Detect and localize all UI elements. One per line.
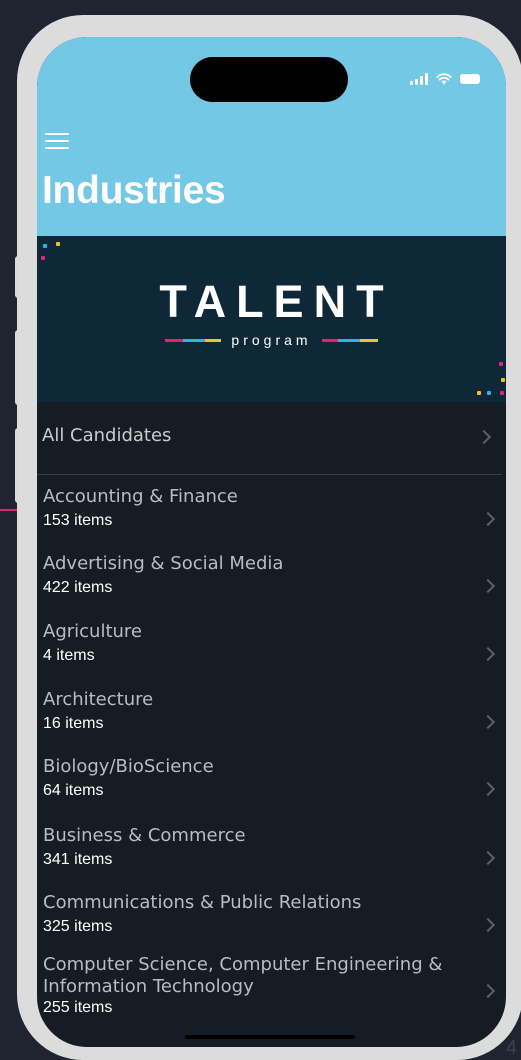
chevron-right-icon <box>480 578 496 594</box>
chevron-right-icon <box>480 714 496 730</box>
home-indicator[interactable] <box>185 1035 355 1039</box>
confetti-dot <box>41 256 45 260</box>
signal-icon <box>410 73 428 85</box>
brand-logo-subtext: program <box>231 332 312 348</box>
list-item-count: 255 items <box>43 999 113 1016</box>
list-item-count: 64 items <box>43 782 104 799</box>
header: Industries <box>37 37 506 236</box>
confetti-dot <box>487 391 491 395</box>
battery-icon <box>460 74 480 84</box>
chevron-right-icon <box>480 983 496 999</box>
list-item-all-candidates[interactable]: All Candidates <box>37 402 502 475</box>
list-item[interactable]: Biology/BioScience 64 items <box>37 756 506 820</box>
page-number: 4 <box>505 1037 517 1059</box>
list-item[interactable]: Business & Commerce 341 items <box>37 825 506 889</box>
list-item[interactable]: Advertising & Social Media 422 items <box>37 553 506 617</box>
chevron-right-icon <box>480 511 496 527</box>
list-item[interactable]: Computer Science, Computer Engineering &… <box>37 954 506 1032</box>
list-item-name: Biology/BioScience <box>43 756 214 777</box>
list-item-count: 4 items <box>43 647 95 664</box>
logo-stripe-right <box>321 338 378 342</box>
chevron-right-icon <box>476 429 492 445</box>
list-item-name: Advertising & Social Media <box>43 553 284 574</box>
logo-stripe-left <box>165 338 222 342</box>
list-item-name: Business & Commerce <box>43 825 246 846</box>
page-title: Industries <box>42 169 226 212</box>
list-item-count: 325 items <box>43 918 113 935</box>
list-item-count: 16 items <box>43 715 104 732</box>
list-item-label: All Candidates <box>42 425 172 446</box>
confetti-dot <box>499 362 503 366</box>
confetti-dot <box>56 242 60 246</box>
wifi-icon <box>436 73 452 85</box>
list-item-name: Accounting & Finance <box>43 486 238 507</box>
confetti-dot <box>501 378 505 382</box>
list-item-count: 422 items <box>43 579 113 596</box>
industry-list: All Candidates Accounting & Finance 153 … <box>37 402 506 1016</box>
menu-icon[interactable] <box>45 133 69 151</box>
list-item[interactable]: Agriculture 4 items <box>37 621 506 685</box>
list-item-name: Agriculture <box>43 621 142 642</box>
confetti-dot <box>500 391 504 395</box>
list-item[interactable]: Architecture 16 items <box>37 689 506 753</box>
list-item[interactable]: Accounting & Finance 153 items <box>37 486 506 550</box>
confetti-dot <box>43 244 47 248</box>
list-item-count: 153 items <box>43 512 113 529</box>
chevron-right-icon <box>480 781 496 797</box>
brand-logo-text: TALENT <box>159 276 394 327</box>
phone-screen: Industries TALENT program All Candidates… <box>37 37 506 1047</box>
confetti-dot <box>477 391 481 395</box>
list-item[interactable]: Communications & Public Relations 325 it… <box>37 892 506 956</box>
list-item-name: Computer Science, Computer Engineering &… <box>43 954 443 997</box>
status-bar <box>410 73 480 85</box>
phone-frame: Industries TALENT program All Candidates… <box>17 15 521 1060</box>
list-item-count: 341 items <box>43 851 113 868</box>
chevron-right-icon <box>480 850 496 866</box>
dynamic-island <box>190 57 348 102</box>
chevron-right-icon <box>480 917 496 933</box>
list-item-name: Architecture <box>43 689 154 710</box>
brand-logo-subline: program <box>37 332 506 348</box>
list-item-name: Communications & Public Relations <box>43 892 362 913</box>
talent-program-banner: TALENT program <box>37 236 506 402</box>
chevron-right-icon <box>480 646 496 662</box>
